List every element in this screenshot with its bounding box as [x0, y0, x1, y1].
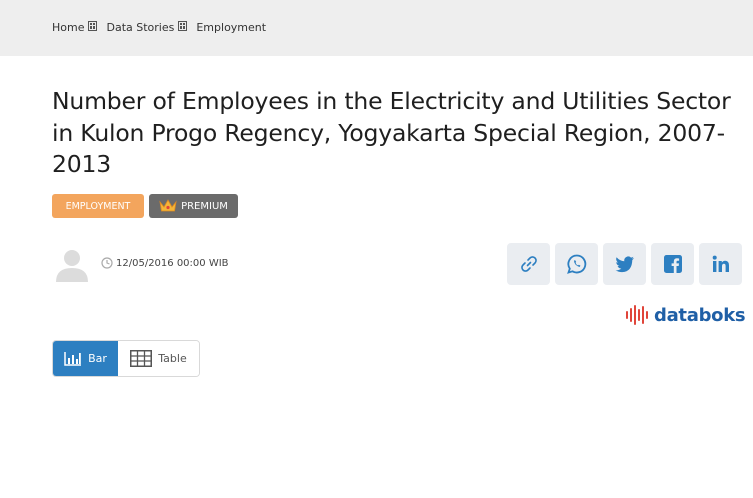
category-badge[interactable]: EMPLOYMENT — [52, 194, 144, 218]
copy-link-button[interactable] — [507, 243, 550, 285]
facebook-icon — [663, 255, 682, 273]
databoks-logo: databoks — [625, 304, 746, 326]
tab-table-label: Table — [158, 352, 187, 365]
share-twitter-button[interactable] — [603, 243, 646, 285]
clock-icon — [101, 257, 113, 269]
publish-meta: 12/05/2016 00:00 WIB — [101, 257, 229, 269]
share-whatsapp-button[interactable] — [555, 243, 598, 285]
view-toggle: Bar Table — [52, 340, 200, 377]
publish-timestamp: 12/05/2016 00:00 WIB — [116, 257, 229, 269]
category-badge-label: EMPLOYMENT — [65, 200, 131, 212]
databoks-logo-icon — [626, 305, 648, 325]
share-facebook-button[interactable] — [651, 243, 694, 285]
premium-badge-label: PREMIUM — [181, 200, 228, 212]
premium-badge: PREMIUM — [149, 194, 238, 218]
tab-bar-label: Bar — [88, 352, 107, 365]
whatsapp-icon — [566, 254, 586, 274]
link-icon — [520, 256, 537, 272]
tab-table[interactable]: Table — [118, 341, 199, 376]
page-title: Number of Employees in the Electricity a… — [52, 87, 731, 178]
breadcrumb-separator-icon — [178, 20, 188, 31]
table-icon — [130, 350, 153, 367]
linkedin-icon — [712, 255, 729, 272]
databoks-logo-text: databoks — [654, 304, 746, 326]
bar-chart-icon — [64, 351, 82, 366]
twitter-icon — [615, 256, 634, 273]
breadcrumb-employment[interactable]: Employment — [196, 21, 266, 34]
tab-bar-chart[interactable]: Bar — [53, 341, 118, 376]
share-linkedin-button[interactable] — [699, 243, 742, 285]
crown-icon — [159, 199, 177, 212]
author-avatar-icon — [56, 250, 88, 282]
breadcrumb-home[interactable]: Home — [52, 21, 84, 34]
top-bar: Home Data Stories Employment — [0, 0, 753, 56]
breadcrumb: Home Data Stories Employment — [52, 20, 266, 34]
breadcrumb-separator-icon — [88, 20, 98, 31]
breadcrumb-data-stories[interactable]: Data Stories — [106, 21, 174, 34]
